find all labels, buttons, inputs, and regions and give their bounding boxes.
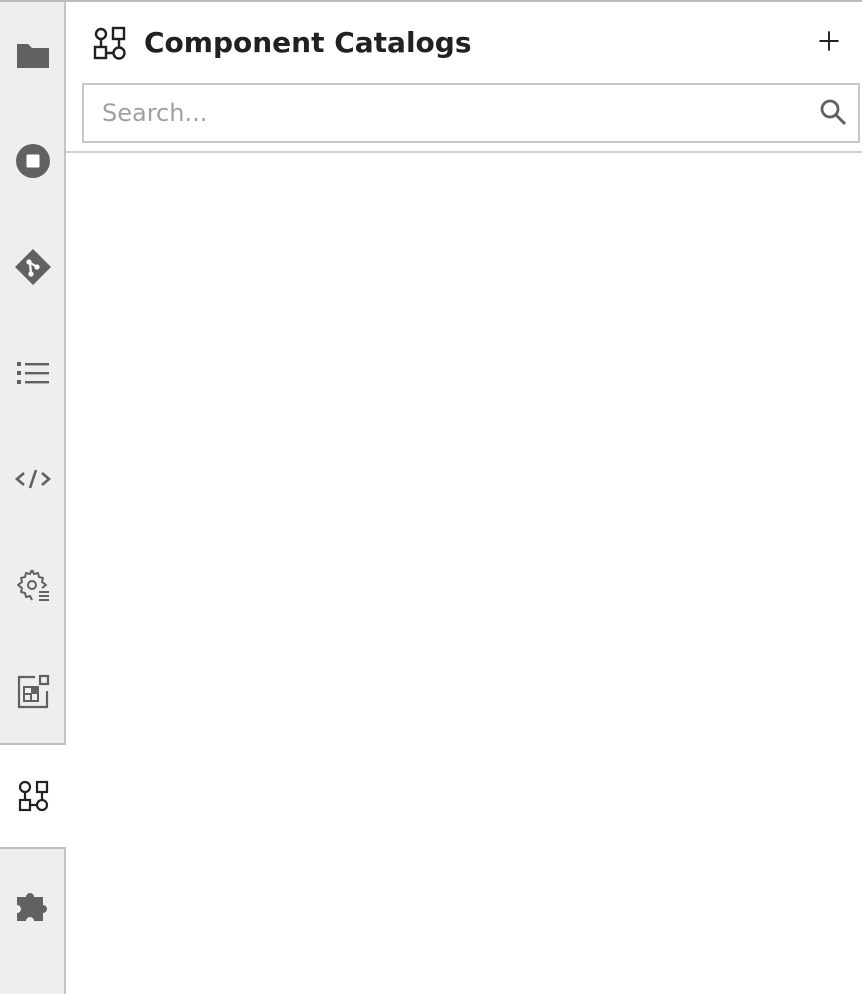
- catalog-icon: [18, 780, 49, 812]
- left-sidebar: [0, 2, 68, 994]
- puzzle-icon: [17, 893, 47, 921]
- panel-header: Component Catalogs: [66, 2, 862, 82]
- panel-title: Component Catalogs: [144, 26, 472, 59]
- catalog-icon: [93, 26, 126, 60]
- app-window: Component Catalogs: [0, 0, 862, 994]
- search-icon[interactable]: [818, 97, 848, 127]
- catalog-list-area: [66, 153, 862, 994]
- sidebar-item-component-catalogs[interactable]: [0, 743, 68, 849]
- search-input[interactable]: [84, 85, 804, 141]
- git-icon: [15, 249, 51, 285]
- sidebar-item-code-snippets[interactable]: [0, 426, 66, 532]
- code-icon: [15, 469, 51, 489]
- add-catalog-button[interactable]: [814, 26, 844, 56]
- settings-list-icon: [17, 569, 49, 601]
- folder-icon: [17, 44, 49, 68]
- sidebar-item-property-inspector[interactable]: [0, 638, 66, 744]
- sidebar-item-extensions[interactable]: [0, 852, 66, 958]
- sidebar-item-git[interactable]: [0, 214, 66, 320]
- sidebar-item-runtimes[interactable]: [0, 532, 66, 638]
- list-icon: [17, 362, 49, 384]
- plus-icon: [819, 31, 839, 51]
- search-box: [82, 83, 860, 143]
- stop-circle-icon: [16, 144, 50, 178]
- component-catalogs-panel: Component Catalogs: [66, 2, 862, 994]
- sidebar-item-file-browser[interactable]: [0, 2, 66, 108]
- sidebar-item-running-sessions[interactable]: [0, 108, 66, 214]
- inspector-icon: [17, 674, 50, 709]
- sidebar-item-table-of-contents[interactable]: [0, 320, 66, 426]
